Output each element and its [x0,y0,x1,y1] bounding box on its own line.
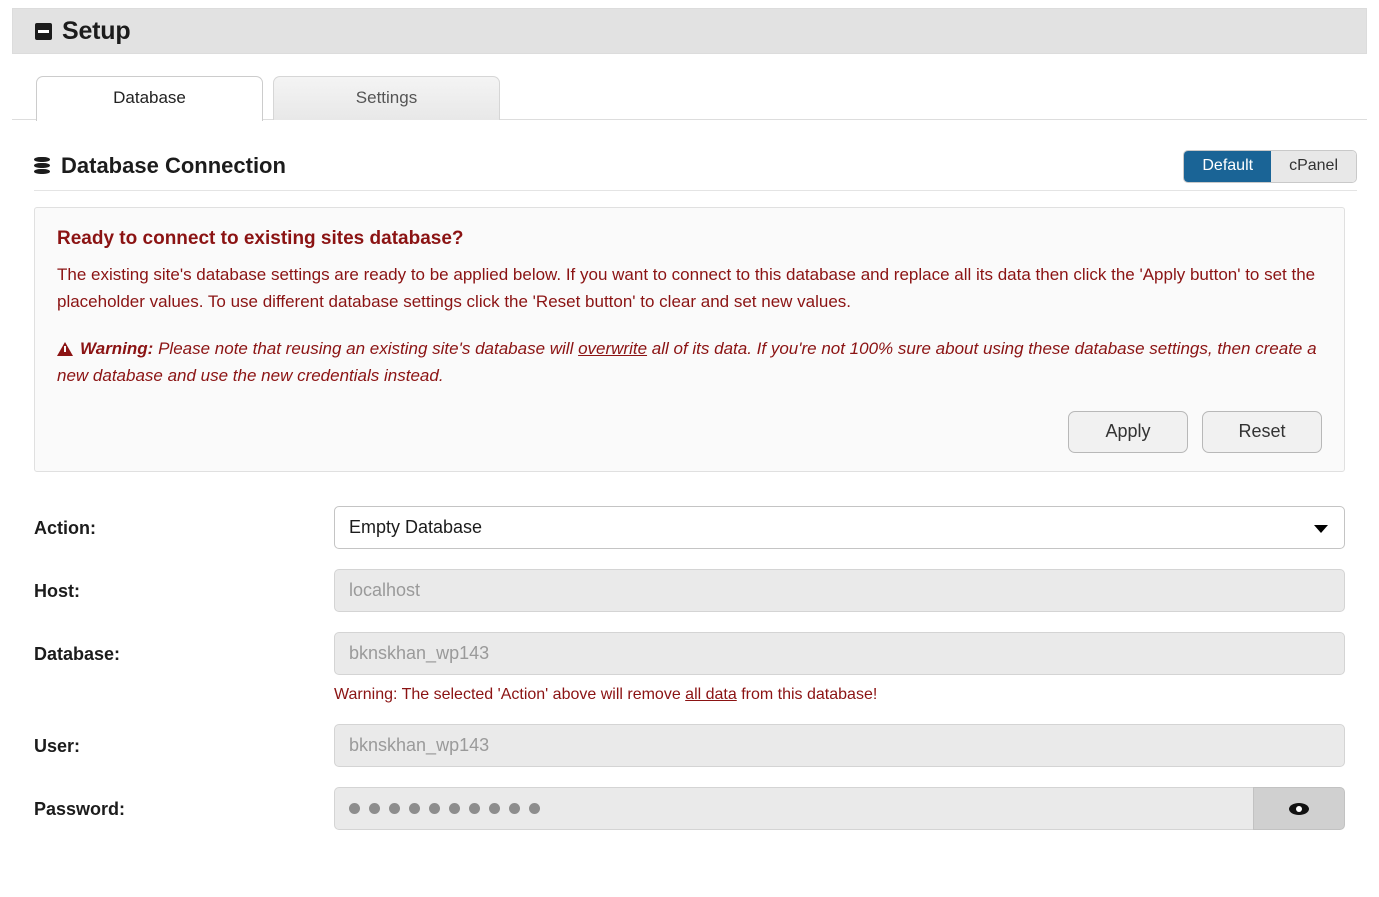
form-row-action: Action: Empty Database [34,506,1345,550]
page-title: Setup [62,16,131,45]
warning-triangle-icon [57,341,73,356]
alert-warning-line: Warning: Please note that reusing an exi… [57,336,1322,390]
password-visibility-toggle[interactable] [1253,787,1345,831]
database-icon [34,156,50,176]
tab-settings[interactable]: Settings [273,76,500,120]
password-input[interactable] [334,787,1253,831]
alert-body: The existing site's database settings ar… [57,265,1316,311]
action-select-value: Empty Database [349,517,483,538]
panel-header: Setup [12,8,1367,54]
minus-square-icon[interactable] [35,22,52,40]
alert-warning-prefix: Warning: [80,338,154,358]
existing-database-alert: Ready to connect to existing sites datab… [34,207,1345,473]
eye-icon [1289,802,1309,815]
alert-actions: Apply Reset [57,411,1322,454]
form-row-password: Password: [34,787,1345,831]
host-label: Host: [34,581,80,602]
segment-cpanel[interactable]: cPanel [1271,150,1356,182]
database-warning: Warning: The selected 'Action' above wil… [334,686,1345,704]
database-input[interactable]: bknskhan_wp143 [334,632,1345,676]
alert-warning-link[interactable]: overwrite [578,339,647,358]
database-label: Database: [34,644,121,665]
main-content: Database Connection Default cPanel Ready… [0,144,1379,831]
password-label: Password: [34,799,126,820]
host-placeholder: localhost [349,580,421,601]
user-label: User: [34,736,81,757]
connection-source-toggle: Default cPanel [1183,149,1357,183]
action-select[interactable]: Empty Database [334,506,1345,550]
host-input[interactable]: localhost [334,569,1345,613]
apply-button[interactable]: Apply [1068,411,1188,454]
section-title: Database Connection [61,153,286,178]
alert-warning-part1: Please note that reusing an existing sit… [153,338,579,358]
segment-default[interactable]: Default [1184,150,1272,182]
user-placeholder: bknskhan_wp143 [349,735,490,756]
section-divider [34,190,1357,191]
section-title-group: Database Connection [34,153,286,179]
form-row-user: User: bknskhan_wp143 [34,724,1345,768]
database-warning-link[interactable]: all data [685,686,737,703]
form-row-host: Host: localhost [34,569,1345,613]
reset-button[interactable]: Reset [1202,411,1322,454]
tab-database[interactable]: Database [36,76,263,121]
form-row-database: Database: bknskhan_wp143 Warning: The se… [34,632,1345,704]
section-header: Database Connection Default cPanel [12,144,1367,188]
user-input[interactable]: bknskhan_wp143 [334,724,1345,768]
database-connection-form: Action: Empty Database Host: localhost D… [34,506,1345,831]
database-placeholder: bknskhan_wp143 [349,643,490,664]
tab-bar: Database Settings [12,74,1367,121]
password-mask [349,803,540,815]
database-warning-post: from this database! [736,686,878,704]
action-label: Action: [34,518,96,539]
chevron-down-icon [1314,524,1328,533]
database-warning-pre: Warning: The selected 'Action' above wil… [334,686,686,704]
alert-heading: Ready to connect to existing sites datab… [57,228,464,249]
